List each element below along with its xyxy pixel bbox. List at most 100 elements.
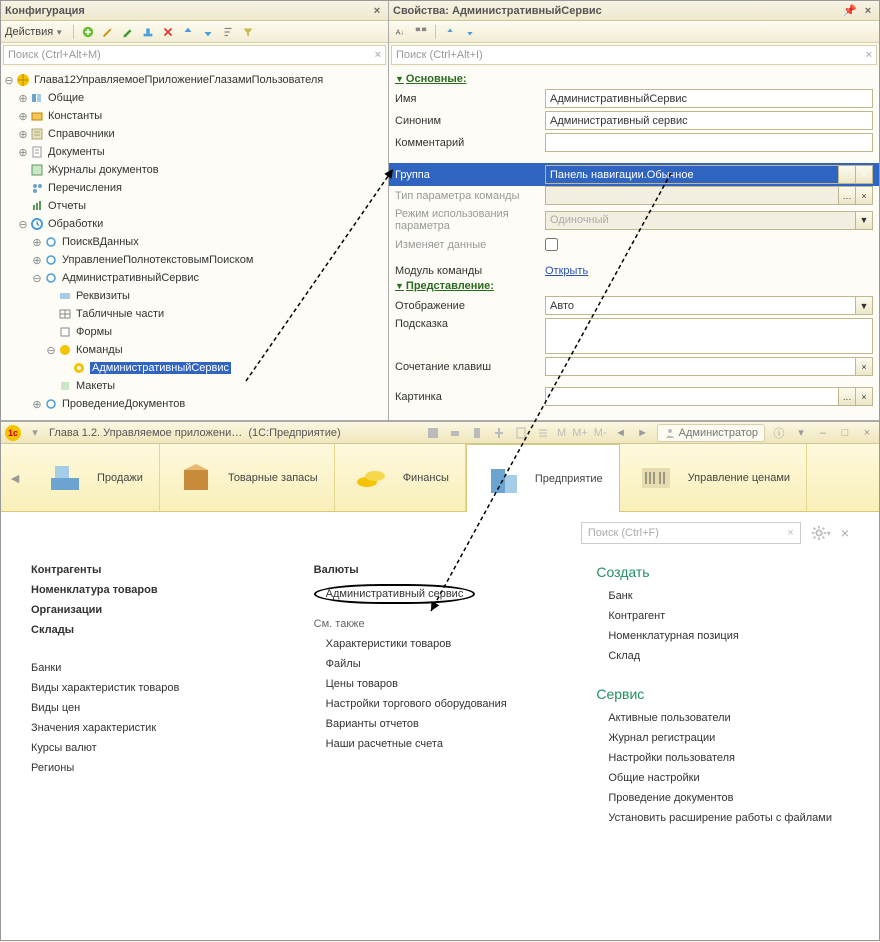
nav-link[interactable]: Регионы <box>31 762 284 774</box>
pin-icon[interactable]: 📌 <box>843 4 857 18</box>
nav-link[interactable]: Организации <box>31 604 284 616</box>
filter-icon[interactable] <box>240 24 256 40</box>
nav-link[interactable]: Валюты <box>314 564 567 576</box>
nav-back-icon[interactable]: ◄ <box>1 444 29 511</box>
config-tree[interactable]: ⊖Глава12УправляемоеПриложениеГлазамиПоль… <box>1 67 388 420</box>
tree-item[interactable]: УправлениеПолнотекстовымПоиском <box>62 254 253 266</box>
stamp-icon[interactable] <box>140 24 156 40</box>
input-display[interactable]: Авто <box>545 296 856 315</box>
tab-finance[interactable]: Финансы <box>335 444 466 511</box>
tree-item[interactable]: Общие <box>48 92 84 104</box>
input-group[interactable]: Панель навигации.Обычное <box>545 165 839 184</box>
clear-button[interactable]: × <box>855 387 873 406</box>
tree-item[interactable]: ПроведениеДокументов <box>62 398 185 410</box>
tab-enterprise[interactable]: Предприятие <box>466 444 620 512</box>
tree-item[interactable]: Константы <box>48 110 102 122</box>
down-icon[interactable] <box>200 24 216 40</box>
print-icon[interactable] <box>447 425 463 441</box>
tree-selected[interactable]: АдминистративныйСервис <box>90 362 231 374</box>
nav-link[interactable]: Банки <box>31 662 284 674</box>
tree-item[interactable]: АдминистративныйСервис <box>62 272 199 284</box>
dropdown-button[interactable]: ▼ <box>855 296 873 315</box>
category-icon[interactable] <box>413 24 429 40</box>
tree-item[interactable]: Обработки <box>48 218 103 230</box>
input-name[interactable]: АдминистративныйСервис <box>545 89 873 108</box>
nav-link[interactable]: Банк <box>608 590 849 602</box>
wand-icon[interactable] <box>100 24 116 40</box>
tree-item[interactable]: Отчеты <box>48 200 86 212</box>
content-search[interactable]: Поиск (Ctrl+F)× <box>581 522 801 544</box>
nav-link[interactable]: Общие настройки <box>608 772 849 784</box>
expand-icon[interactable]: ⊖ <box>3 74 15 87</box>
maximize-icon[interactable]: □ <box>837 425 853 441</box>
tree-item[interactable]: Документы <box>48 146 105 158</box>
nav-link[interactable]: Цены товаров <box>326 678 567 690</box>
close-icon[interactable]: × <box>861 4 875 18</box>
clear-search-icon[interactable]: × <box>866 49 872 61</box>
config-search[interactable]: Поиск (Ctrl+Alt+M) × <box>3 45 386 65</box>
nav-link[interactable]: Склады <box>31 624 284 636</box>
clear-search-icon[interactable]: × <box>375 49 381 61</box>
gear-icon[interactable]: ▾ <box>811 523 831 543</box>
nav-link[interactable]: Номенклатурная позиция <box>608 630 849 642</box>
link-open-module[interactable]: Открыть <box>545 265 588 277</box>
input-shortcut[interactable] <box>545 357 856 376</box>
choose-button[interactable]: … <box>838 165 856 184</box>
tab-pricing[interactable]: Управление ценами <box>620 444 807 511</box>
nav-dropdown-icon[interactable]: ▾ <box>27 425 43 441</box>
doc-icon[interactable] <box>469 425 485 441</box>
edit-icon[interactable] <box>120 24 136 40</box>
tree-item[interactable]: Реквизиты <box>76 290 130 302</box>
info-icon[interactable]: ⓘ <box>771 425 787 441</box>
nav-link[interactable]: Контрагенты <box>31 564 284 576</box>
list-icon[interactable] <box>535 425 551 441</box>
nav-link[interactable]: Виды характеристик товаров <box>31 682 284 694</box>
nav-link[interactable]: Контрагент <box>608 610 849 622</box>
up-icon[interactable] <box>180 24 196 40</box>
menu-dropdown-icon[interactable]: ▾ <box>793 425 809 441</box>
clear-search-icon[interactable]: × <box>787 527 793 539</box>
nav-link[interactable]: Номенклатура товаров <box>31 584 284 596</box>
nav-link[interactable]: Варианты отчетов <box>326 718 567 730</box>
nav-link[interactable]: Курсы валют <box>31 742 284 754</box>
input-synonym[interactable]: Административный сервис <box>545 111 873 130</box>
user-chip[interactable]: Администратор <box>657 424 765 442</box>
tree-item[interactable]: Формы <box>76 326 112 338</box>
nav-link[interactable]: Настройки торгового оборудования <box>326 698 567 710</box>
choose-button[interactable]: … <box>838 387 856 406</box>
nav-link[interactable]: Файлы <box>326 658 567 670</box>
tree-item[interactable]: Журналы документов <box>48 164 159 176</box>
clear-button[interactable]: × <box>855 165 873 184</box>
tab-sales[interactable]: Продажи <box>29 444 160 511</box>
input-comment[interactable] <box>545 133 873 152</box>
delete-icon[interactable] <box>160 24 176 40</box>
minimize-icon[interactable]: – <box>815 425 831 441</box>
section-main[interactable]: ▼Основные: <box>395 73 873 85</box>
sort-icon[interactable] <box>220 24 236 40</box>
nav-link[interactable]: Активные пользователи <box>608 712 849 724</box>
nav-link[interactable]: Проведение документов <box>608 792 849 804</box>
m-minus-button[interactable]: M- <box>594 425 607 441</box>
input-hint[interactable] <box>545 318 873 354</box>
props-search[interactable]: Поиск (Ctrl+Alt+I) × <box>391 45 877 65</box>
tree-item[interactable]: Команды <box>76 344 123 356</box>
tree-item[interactable]: Перечисления <box>48 182 122 194</box>
tree-item[interactable]: ПоискВДанных <box>62 236 139 248</box>
m-plus-button[interactable]: M+ <box>572 425 588 441</box>
compare-icon[interactable] <box>491 425 507 441</box>
tree-item[interactable]: Справочники <box>48 128 115 140</box>
choose-button[interactable]: … <box>838 186 856 205</box>
up-icon[interactable] <box>442 24 458 40</box>
section-presentation[interactable]: ▼Представление: <box>395 280 873 292</box>
close-icon[interactable]: × <box>859 425 875 441</box>
tab-inventory[interactable]: Товарные запасы <box>160 444 335 511</box>
add-icon[interactable] <box>80 24 96 40</box>
nav-link[interactable]: Настройки пользователя <box>608 752 849 764</box>
clear-button[interactable]: × <box>855 186 873 205</box>
nav-link[interactable]: Установить расширение работы с файлами <box>608 812 849 824</box>
save-icon[interactable] <box>425 425 441 441</box>
nav-link[interactable]: Характеристики товаров <box>326 638 567 650</box>
actions-menu[interactable]: Действия▼ <box>5 26 67 38</box>
nav-link[interactable]: Наши расчетные счета <box>326 738 567 750</box>
down-icon[interactable] <box>462 24 478 40</box>
